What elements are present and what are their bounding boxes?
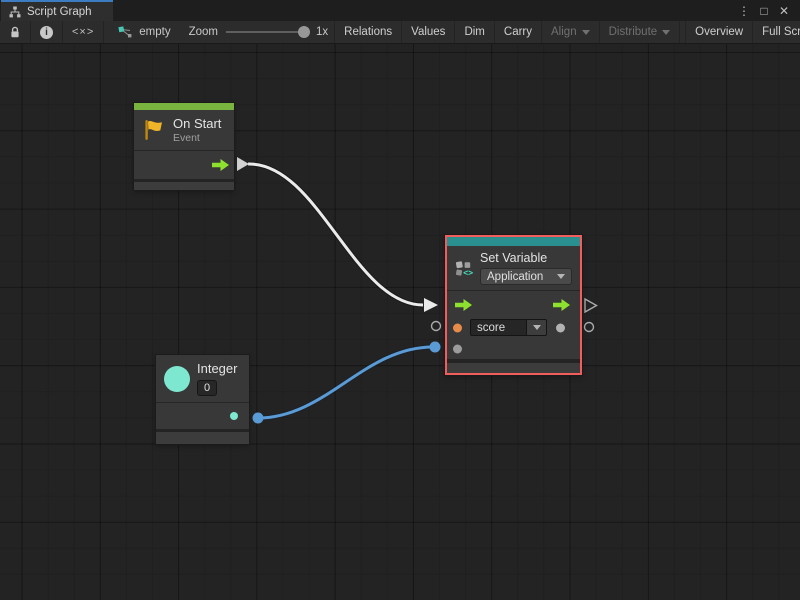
info-button[interactable]: i <box>31 21 63 43</box>
integer-value-out-port-icon[interactable] <box>230 412 238 420</box>
maximize-icon[interactable]: □ <box>756 4 772 18</box>
graph-name-label: empty <box>139 26 170 38</box>
fullscreen-button[interactable]: Full Screen <box>753 21 800 43</box>
code-icon: <×> <box>72 26 94 38</box>
overview-button[interactable]: Overview <box>685 21 753 43</box>
carry-button[interactable]: Carry <box>495 21 542 43</box>
flow-wire-arrowhead-icon <box>424 298 438 312</box>
integer-icon <box>164 366 190 392</box>
setvar-value-in-port-icon[interactable] <box>453 344 462 353</box>
integer-out-connector-icon[interactable] <box>253 413 264 424</box>
node-set-variable[interactable]: <> Set Variable Application <box>445 235 582 375</box>
integer-port-row <box>156 403 249 429</box>
code-toggle-button[interactable]: <×> <box>63 21 104 43</box>
value-wire <box>258 347 433 418</box>
onstart-header-bar <box>134 103 234 110</box>
align-caret-icon <box>582 30 590 35</box>
setvar-scope-value: Application <box>487 271 543 283</box>
relations-button[interactable]: Relations <box>334 21 402 43</box>
distribute-dropdown-button[interactable]: Distribute <box>600 21 681 43</box>
close-icon[interactable]: ✕ <box>776 4 792 18</box>
setvar-variable-value: score <box>470 319 527 336</box>
node-on-start[interactable]: On Start Event <box>134 103 234 190</box>
setvar-title: Set Variable <box>480 251 572 267</box>
setvar-value-out-connector-icon[interactable] <box>585 323 594 332</box>
node-integer[interactable]: Integer 0 <box>156 355 249 444</box>
zoom-slider-handle[interactable] <box>298 26 310 38</box>
distribute-caret-icon <box>662 30 670 35</box>
integer-footer <box>156 429 249 444</box>
title-bar: Script Graph ⋮ □ ✕ <box>0 0 800 21</box>
flag-icon <box>142 118 166 142</box>
setvar-flow-out-connector-icon[interactable] <box>585 299 597 312</box>
setvar-flow-out-port-icon[interactable] <box>553 299 570 311</box>
info-icon: i <box>40 26 53 39</box>
dim-label: Dim <box>464 26 484 38</box>
dim-button[interactable]: Dim <box>455 21 494 43</box>
graph-toolbar: i <×> empty Zoom 1x Relations Values <box>0 21 800 44</box>
tab-title: Script Graph <box>27 6 92 18</box>
align-label: Align <box>551 26 577 38</box>
graph-canvas[interactable]: On Start Event <> <box>0 44 800 600</box>
setvar-scope-caret-icon <box>557 274 565 279</box>
onstart-port-row <box>134 151 234 179</box>
setvar-flow-in-port-icon[interactable] <box>455 299 472 311</box>
align-dropdown-button[interactable]: Align <box>542 21 600 43</box>
setvar-value-out-port-icon[interactable] <box>556 323 565 332</box>
values-button[interactable]: Values <box>402 21 455 43</box>
tab-script-graph[interactable]: Script Graph <box>1 0 113 21</box>
wire-layer <box>0 44 800 600</box>
setvar-scope-dropdown[interactable]: Application <box>480 268 572 285</box>
setvar-name-port-icon[interactable] <box>453 323 462 332</box>
lock-icon <box>9 26 21 39</box>
script-graph-window: Script Graph ⋮ □ ✕ i <×> empty <box>0 0 800 600</box>
integer-title: Integer <box>197 361 237 377</box>
setvar-name-row: score <box>447 317 580 338</box>
zoom-slider[interactable] <box>226 31 308 33</box>
setvar-header-bar <box>447 237 580 246</box>
flow-wire <box>248 164 423 305</box>
graph-reference[interactable]: empty <box>104 21 179 43</box>
setvar-value-row <box>447 338 580 359</box>
setvar-variable-dropdown-button[interactable] <box>527 319 547 336</box>
onstart-flow-out-port-icon[interactable] <box>212 159 229 171</box>
onstart-title: On Start <box>173 116 221 132</box>
setvar-name-in-connector-icon[interactable] <box>432 322 441 331</box>
zoom-value: 1x <box>316 26 328 38</box>
values-label: Values <box>411 26 445 38</box>
zoom-control: Zoom 1x <box>180 21 335 43</box>
onstart-subtitle: Event <box>173 132 221 145</box>
setvar-variable-dropdown[interactable]: score <box>470 319 547 336</box>
integer-value-field[interactable]: 0 <box>197 380 217 396</box>
onstart-footer <box>134 179 234 190</box>
carry-label: Carry <box>504 26 532 38</box>
distribute-label: Distribute <box>609 26 658 38</box>
lock-button[interactable] <box>0 21 31 43</box>
graph-tab-icon <box>9 6 21 18</box>
setvar-variable-caret-icon <box>533 325 541 330</box>
relations-label: Relations <box>344 26 392 38</box>
menu-icon[interactable]: ⋮ <box>736 4 752 18</box>
value-wire-shadow <box>258 347 433 418</box>
graph-icon <box>118 26 133 39</box>
setvar-footer <box>447 359 580 373</box>
setvar-value-in-connector-icon[interactable] <box>430 342 441 353</box>
fullscreen-label: Full Screen <box>762 26 800 38</box>
flow-wire-shadow <box>248 164 423 305</box>
svg-text:<>: <> <box>463 267 473 277</box>
overview-label: Overview <box>695 26 743 38</box>
variables-icon: <> <box>455 255 473 282</box>
setvar-flow-row <box>447 293 580 317</box>
zoom-label: Zoom <box>189 26 218 38</box>
onstart-out-connector-icon[interactable] <box>237 157 249 171</box>
